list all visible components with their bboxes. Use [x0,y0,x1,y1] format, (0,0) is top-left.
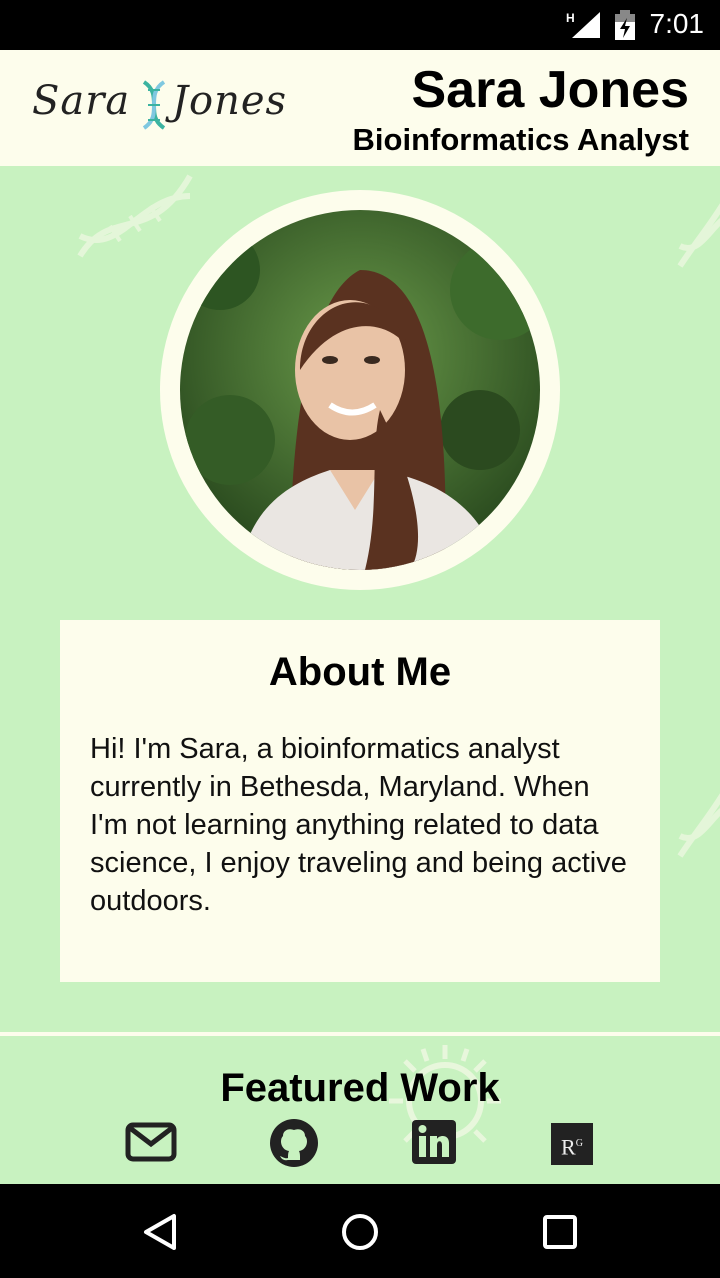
logo-last-name: Jones [172,78,288,124]
home-icon[interactable] [340,1212,380,1252]
site-logo[interactable]: Sara Jones [32,78,286,134]
clock: 7:01 [649,8,705,39]
logo-first-name: Sara [32,78,131,124]
linkedin-icon[interactable] [412,1120,456,1164]
status-bar: H 7:01 [0,0,720,50]
about-card: About Me Hi! I'm Sara, a bioinformatics … [60,620,660,982]
dna-decoration-icon [77,174,193,258]
dna-decoration-icon [677,203,720,268]
researchgate-icon[interactable]: RG [551,1123,593,1165]
recents-icon[interactable] [542,1214,578,1250]
github-icon[interactable] [269,1118,319,1168]
featured-heading: Featured Work [220,1066,500,1110]
job-title: Bioinformatics Analyst [352,122,689,157]
about-heading: About Me [268,650,452,694]
dna-decoration-icon [677,793,720,858]
featured-section: Featured Work RG [0,1036,720,1184]
svg-text:H: H [566,11,575,25]
battery-icon [615,10,635,40]
profile-photo [180,210,540,570]
signal-icon: H [566,11,600,38]
about-text: Hi! I'm Sara, a bioinformatics analyst c… [90,733,627,917]
page-title: Sara Jones [411,61,690,119]
email-icon[interactable] [125,1122,177,1162]
dna-icon [142,80,166,130]
system-nav-bar [0,1184,720,1278]
back-icon[interactable] [140,1212,180,1252]
